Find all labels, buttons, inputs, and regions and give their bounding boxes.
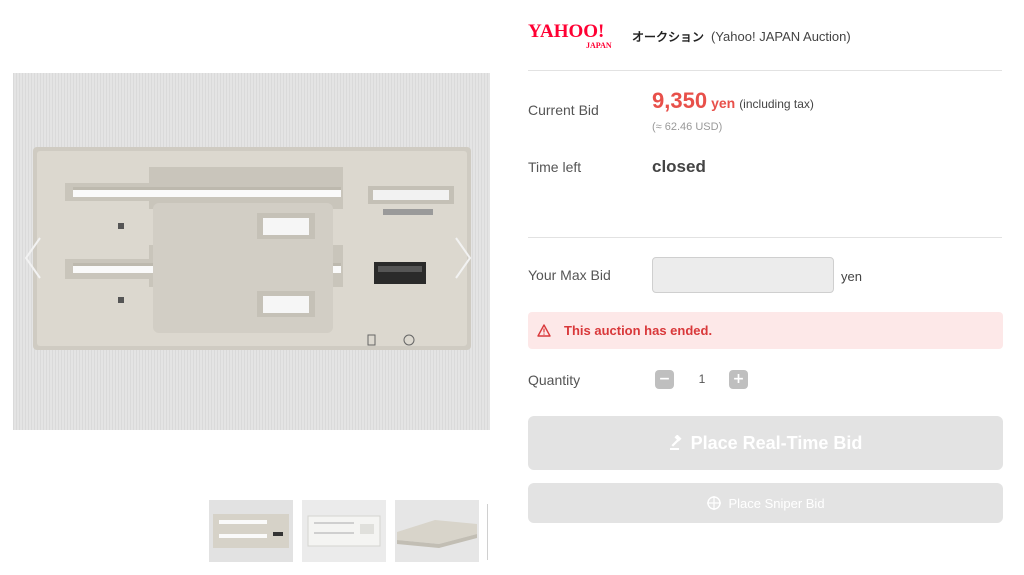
brand-name-en: (Yahoo! JAPAN Auction) [711,28,851,44]
max-bid-input[interactable] [652,257,834,293]
max-bid-unit: yen [841,269,862,284]
alert-text: This auction has ended. [564,323,713,338]
chevron-left-icon[interactable] [22,235,44,281]
quantity-increment-button[interactable]: + [729,370,748,389]
price-tax-note: (including tax) [739,97,814,111]
current-bid-price: 9,350 yen (including tax) [652,88,814,114]
price-usd: (≈ 62.46 USD) [652,121,723,133]
svg-text:YAHOO!: YAHOO! [528,21,604,42]
brand-name-jp: オークション [632,29,705,44]
time-left-label: Time left [528,159,582,175]
divider [528,70,1002,71]
gavel-icon [669,435,682,450]
max-bid-label: Your Max Bid [528,267,611,283]
quantity-label: Quantity [528,372,581,388]
thumbnail-strip [209,500,499,562]
place-realtime-bid-button[interactable]: Place Real-Time Bid [528,416,1003,470]
crosshair-icon [707,496,722,510]
yahoo-japan-logo: YAHOO! JAPAN [528,21,612,50]
auction-ended-alert: This auction has ended. [528,312,1003,349]
quantity-value: 1 [698,372,706,386]
warning-triangle-icon [537,324,551,337]
thumbnail-2[interactable] [302,500,386,562]
sniper-bid-label: Place Sniper Bid [728,495,825,511]
time-left-value: closed [652,157,706,176]
place-sniper-bid-button[interactable]: Place Sniper Bid [528,483,1003,523]
quantity-stepper: − 1 + [655,370,749,390]
thumbnail-1[interactable] [209,500,293,562]
realtime-bid-label: Place Real-Time Bid [690,432,863,453]
thumbnail-divider [487,504,488,560]
price-amount: 9,350 [652,88,708,113]
divider [528,237,1002,238]
current-bid-label: Current Bid [528,102,599,118]
price-unit: yen [711,95,736,111]
brand-header: YAHOO! JAPAN オークション (Yahoo! JAPAN Auctio… [528,21,851,50]
quantity-decrement-button[interactable]: − [655,370,674,389]
thumbnail-3[interactable] [395,500,479,562]
svg-text:JAPAN: JAPAN [586,41,612,50]
chevron-right-icon[interactable] [452,235,474,281]
main-product-photo[interactable] [13,73,490,430]
